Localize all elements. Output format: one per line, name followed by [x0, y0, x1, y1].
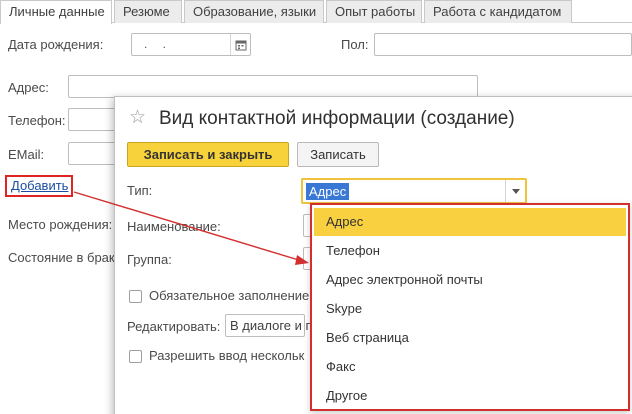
dropdown-item-address[interactable]: Адрес	[314, 208, 626, 236]
dropdown-item-other[interactable]: Другое	[314, 382, 626, 410]
tab-experience[interactable]: Опыт работы	[326, 0, 422, 23]
calendar-icon[interactable]	[230, 34, 250, 55]
tab-candidate-work[interactable]: Работа с кандидатом	[424, 0, 572, 23]
gender-label: Пол:	[341, 37, 369, 52]
phone-label: Телефон:	[8, 113, 66, 128]
multiple-input-checkbox[interactable]	[129, 350, 142, 363]
type-dropdown-list: Адрес Телефон Адрес электронной почты Sk…	[310, 203, 630, 411]
add-contact-link[interactable]: Добавить	[5, 175, 73, 197]
edit-mode-value: В диалоге и п	[230, 318, 313, 333]
group-label: Группа:	[127, 252, 172, 267]
edit-mode-label: Редактировать:	[127, 319, 221, 334]
dropdown-item-skype[interactable]: Skype	[314, 295, 626, 323]
type-selected-value: Адрес	[306, 183, 350, 200]
email-field[interactable]	[68, 142, 118, 165]
favorite-star-icon[interactable]: ☆	[129, 108, 146, 127]
tab-resume[interactable]: Резюме	[114, 0, 182, 23]
type-label: Тип:	[127, 183, 153, 198]
dropdown-item-web-page[interactable]: Веб страница	[314, 324, 626, 352]
multiple-input-label: Разрешить ввод нескольк	[149, 348, 305, 363]
birth-date-value: . .	[144, 37, 173, 51]
required-checkbox[interactable]	[129, 290, 142, 303]
birthplace-label: Место рождения:	[8, 217, 113, 232]
email-label: EMail:	[8, 147, 45, 162]
phone-field[interactable]	[68, 108, 118, 131]
tab-education[interactable]: Образование, языки	[184, 0, 324, 23]
edit-mode-select[interactable]: В диалоге и п	[225, 314, 313, 337]
dropdown-item-email[interactable]: Адрес электронной почты	[314, 266, 626, 294]
dropdown-item-phone[interactable]: Телефон	[314, 237, 626, 265]
address-label: Адрес:	[8, 80, 49, 95]
required-label: Обязательное заполнение	[149, 288, 310, 303]
save-and-close-button[interactable]: Записать и закрыть	[127, 142, 289, 167]
add-contact-link-text[interactable]: Добавить	[11, 178, 68, 193]
birth-date-label: Дата рождения:	[8, 37, 104, 52]
tab-bar: Личные данные Резюме Образование, языки …	[0, 0, 632, 24]
birth-date-field[interactable]: . .	[131, 33, 251, 56]
name-label: Наименование:	[127, 219, 221, 234]
type-select[interactable]: Адрес	[301, 178, 527, 204]
marital-status-label: Состояние в брак	[8, 250, 115, 265]
dialog-title: Вид контактной информации (создание)	[159, 108, 515, 129]
save-button[interactable]: Записать	[297, 142, 379, 167]
gender-field[interactable]	[374, 33, 632, 56]
address-field[interactable]	[68, 75, 478, 98]
dropdown-item-fax[interactable]: Факс	[314, 353, 626, 381]
tab-personal-data[interactable]: Личные данные	[0, 0, 112, 24]
chevron-down-icon[interactable]	[505, 180, 525, 202]
